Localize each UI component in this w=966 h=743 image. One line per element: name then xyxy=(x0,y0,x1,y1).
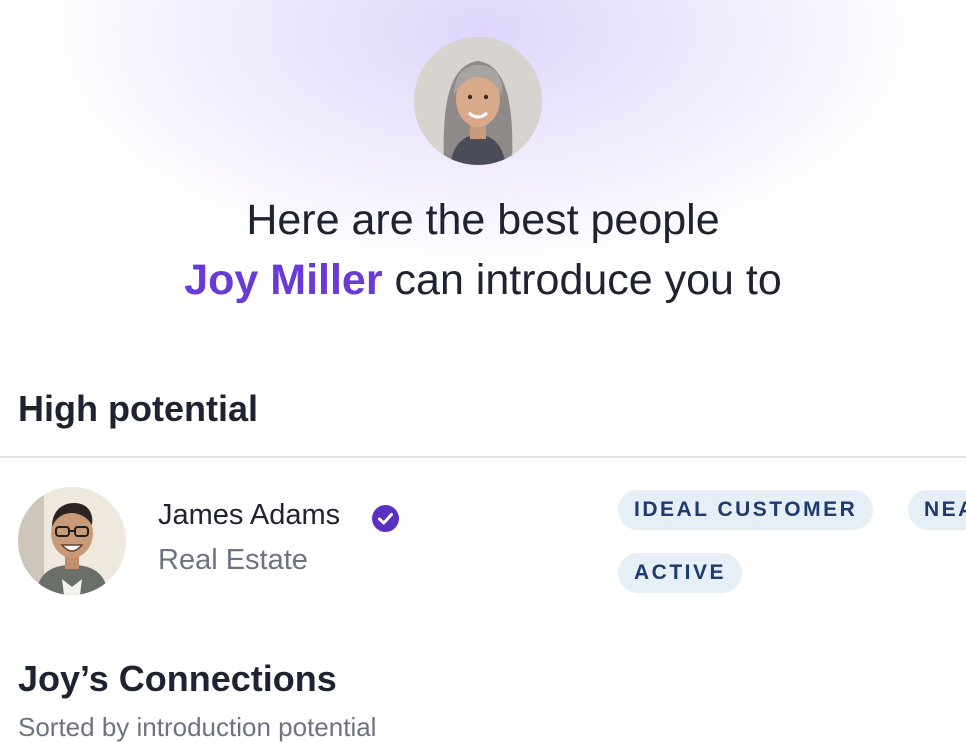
person-row[interactable]: James Adams Real Estate IDEAL CUSTOMER N… xyxy=(0,470,966,610)
introducer-avatar xyxy=(414,37,542,165)
verified-check-icon xyxy=(371,504,400,533)
person-role: Real Estate xyxy=(158,544,308,576)
tag-new: NEA xyxy=(908,490,966,530)
headline: Here are the best people Joy Miller can … xyxy=(0,190,966,310)
introducer-name-link[interactable]: Joy Miller xyxy=(184,256,382,304)
high-potential-heading: High potential xyxy=(18,388,258,429)
headline-line-1: Here are the best people xyxy=(246,196,720,244)
person-avatar xyxy=(18,487,126,595)
tag-ideal-customer: IDEAL CUSTOMER xyxy=(618,490,874,530)
headline-line-2-text: can introduce you to xyxy=(382,256,782,304)
person-name[interactable]: James Adams xyxy=(158,499,340,532)
section-divider xyxy=(0,456,966,458)
connections-subtitle: Sorted by introduction potential xyxy=(18,712,377,742)
headline-line-2: Joy Miller can introduce you to xyxy=(0,250,966,310)
connections-heading: Joy’s Connections xyxy=(18,658,337,699)
tag-active: ACTIVE xyxy=(618,553,743,593)
